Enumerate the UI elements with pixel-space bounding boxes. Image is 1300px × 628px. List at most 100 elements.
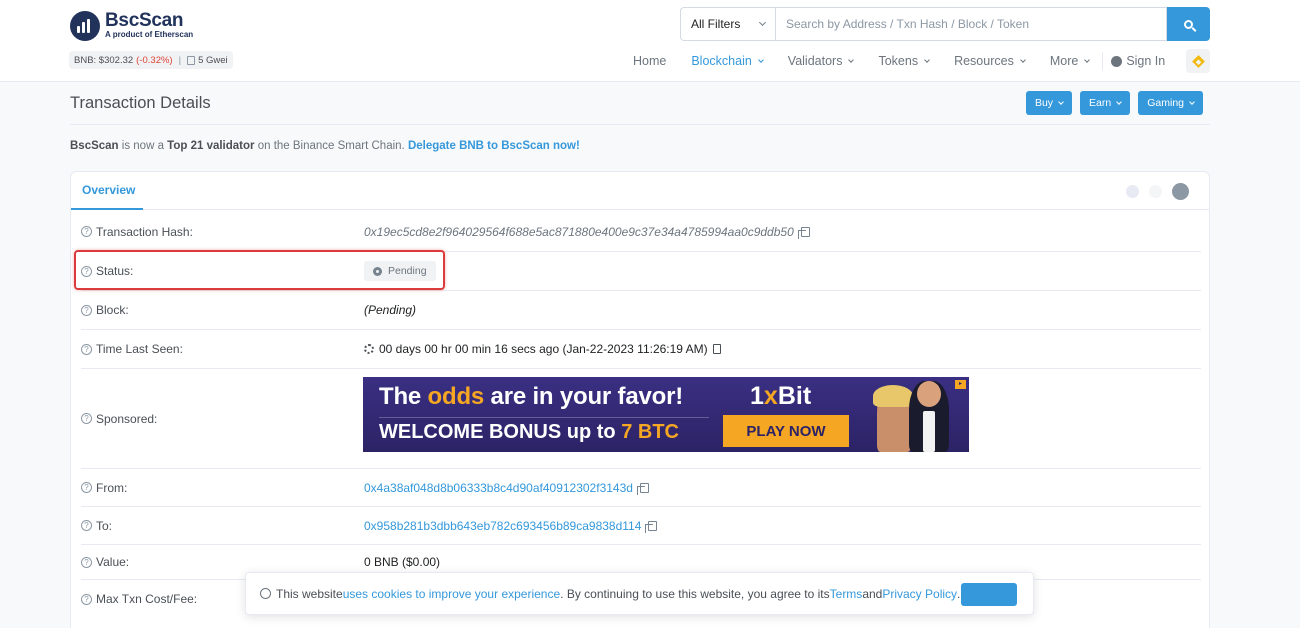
page-title: Transaction Details xyxy=(70,94,211,112)
help-icon[interactable]: ? xyxy=(81,226,92,237)
help-icon[interactable]: ? xyxy=(81,304,92,316)
search-filter-label: All Filters xyxy=(691,17,741,31)
more-options-icon[interactable] xyxy=(1172,183,1189,200)
price-separator: | xyxy=(178,54,182,66)
earn-label: Earn xyxy=(1089,97,1112,109)
copy-icon[interactable] xyxy=(797,226,810,239)
banner-brand-logo: 1xBit xyxy=(750,382,812,410)
logo-name: BscScan xyxy=(105,10,184,31)
promo-text: is now a xyxy=(118,140,168,152)
time-label: Time Last Seen: xyxy=(96,342,183,356)
gaming-label: Gaming xyxy=(1147,97,1184,109)
option-dot-icon[interactable] xyxy=(1126,185,1139,198)
title-divider xyxy=(70,124,1210,125)
bnb-icon xyxy=(1191,54,1205,68)
site-header: BscScan A product of Etherscan BNB: $302… xyxy=(0,0,1300,82)
time-value: 00 days 00 hr 00 min 16 secs ago (Jan-22… xyxy=(379,342,708,356)
bnb-price-pill: BNB: $302.32 (-0.32%) | 5 Gwei xyxy=(69,51,233,69)
gas-price[interactable]: 5 Gwei xyxy=(198,55,228,66)
nav-home[interactable]: Home xyxy=(633,54,666,68)
banner-headline: The odds are in your favor! xyxy=(379,383,684,410)
detail-row-from: ? From: 0x4a38af048d8b06333b8c4d90af40912… xyxy=(81,469,1201,507)
to-label: To: xyxy=(96,518,113,533)
chevron-down-icon xyxy=(924,56,930,63)
fee-label: Max Txn Cost/Fee: xyxy=(96,592,198,606)
help-icon[interactable]: ? xyxy=(81,343,92,355)
block-label: Block: xyxy=(96,303,129,317)
from-label: From: xyxy=(96,480,128,495)
promo-message: BscScan is now a Top 21 validator on the… xyxy=(70,140,580,152)
earn-button[interactable]: Earn xyxy=(1080,91,1131,115)
terms-link[interactable]: Terms xyxy=(830,587,863,601)
cookie-text: This website xyxy=(276,586,343,601)
chevron-down-icon xyxy=(1116,98,1123,105)
search-bar: All Filters xyxy=(680,7,1210,41)
nav-validators[interactable]: Validators xyxy=(788,54,855,68)
sponsored-banner[interactable]: The odds are in your favor! WELCOME BONU… xyxy=(363,377,969,452)
user-icon xyxy=(1111,55,1123,67)
cookie-text: . By continuing to use this website, you… xyxy=(560,586,830,601)
promo-text: on the Binance Smart Chain. xyxy=(254,140,408,152)
option-dot-icon[interactable] xyxy=(1149,185,1162,198)
nav-resources-label: Resources xyxy=(954,54,1014,68)
card-options xyxy=(1116,183,1189,200)
bscscan-logo-icon xyxy=(70,11,100,41)
chevron-down-icon xyxy=(1058,98,1064,105)
privacy-policy-link[interactable]: Privacy Policy xyxy=(882,587,957,601)
ad-choices-icon[interactable]: ▸ xyxy=(955,380,966,389)
delegate-link[interactable]: Delegate BNB to BscScan now! xyxy=(408,140,580,152)
search-button[interactable] xyxy=(1167,7,1210,41)
nav-resources[interactable]: Resources xyxy=(954,54,1026,68)
copy-icon[interactable] xyxy=(645,520,658,533)
chevron-down-icon xyxy=(1084,56,1091,63)
banner-people-image xyxy=(869,377,969,452)
help-icon[interactable]: ? xyxy=(81,556,92,568)
search-icon xyxy=(1184,19,1193,29)
nav-sign-in[interactable]: Sign In xyxy=(1111,54,1165,68)
tab-overview[interactable]: Overview xyxy=(82,183,135,197)
value-label: Value: xyxy=(96,555,130,569)
copy-icon[interactable] xyxy=(636,482,649,495)
chevron-down-icon xyxy=(848,56,855,63)
page-action-buttons: Buy Earn Gaming xyxy=(1018,91,1203,115)
gaming-button[interactable]: Gaming xyxy=(1138,91,1203,115)
tab-active-indicator xyxy=(71,208,143,210)
buy-button[interactable]: Buy xyxy=(1025,91,1073,115)
detail-row-tx-hash: ? Transaction Hash: 0x19ec5cd8e2f96402956… xyxy=(81,212,1201,252)
help-icon[interactable]: ? xyxy=(81,520,92,531)
tx-hash-label: Transaction Hash: xyxy=(96,224,193,239)
chevron-down-icon xyxy=(1019,56,1026,63)
value-amount: 0 BNB ($0.00) xyxy=(364,555,441,569)
block-value: (Pending) xyxy=(364,303,417,317)
cookie-policy-link[interactable]: uses cookies to improve your experience xyxy=(343,587,560,601)
nav-more[interactable]: More xyxy=(1050,54,1091,68)
cookie-text: and xyxy=(862,586,883,601)
site-logo[interactable]: BscScan A product of Etherscan xyxy=(70,11,193,41)
nav-tokens[interactable]: Tokens xyxy=(878,54,930,68)
detail-row-to: ? To: 0x958b281b3dbb643eb782c693456b89ca9… xyxy=(81,507,1201,545)
chevron-down-icon xyxy=(758,18,767,27)
to-address-link[interactable]: 0x958b281b3dbb643eb782c693456b89ca9838d1… xyxy=(364,519,641,533)
help-icon[interactable]: ? xyxy=(81,482,92,493)
main-nav: Home Blockchain Validators Tokens Resour… xyxy=(633,50,1190,72)
cookie-consent-bar: This website uses cookies to improve you… xyxy=(245,572,1034,615)
bnb-network-button[interactable] xyxy=(1186,49,1210,73)
cookie-text: . xyxy=(957,586,961,601)
got-it-button[interactable]: Got It xyxy=(961,583,1017,606)
search-filter-select[interactable]: All Filters xyxy=(680,7,775,41)
help-icon[interactable]: ? xyxy=(81,593,92,605)
promo-brand: BscScan xyxy=(70,140,119,152)
nav-divider xyxy=(1102,52,1104,70)
status-highlight-box xyxy=(74,250,445,290)
nav-blockchain[interactable]: Blockchain xyxy=(691,54,764,68)
nav-home-label: Home xyxy=(633,54,667,68)
chevron-down-icon xyxy=(1189,98,1195,105)
card-tabs: Overview xyxy=(71,172,1209,210)
search-input[interactable] xyxy=(775,7,1167,41)
from-address-link[interactable]: 0x4a38af048d8b06333b8c4d90af40912302f314… xyxy=(364,481,633,495)
spinner-icon xyxy=(364,344,374,354)
gas-pump-icon[interactable] xyxy=(712,344,721,354)
play-now-button[interactable]: PLAY NOW xyxy=(723,415,849,447)
gas-icon xyxy=(187,55,196,65)
help-icon[interactable]: ? xyxy=(81,413,92,424)
